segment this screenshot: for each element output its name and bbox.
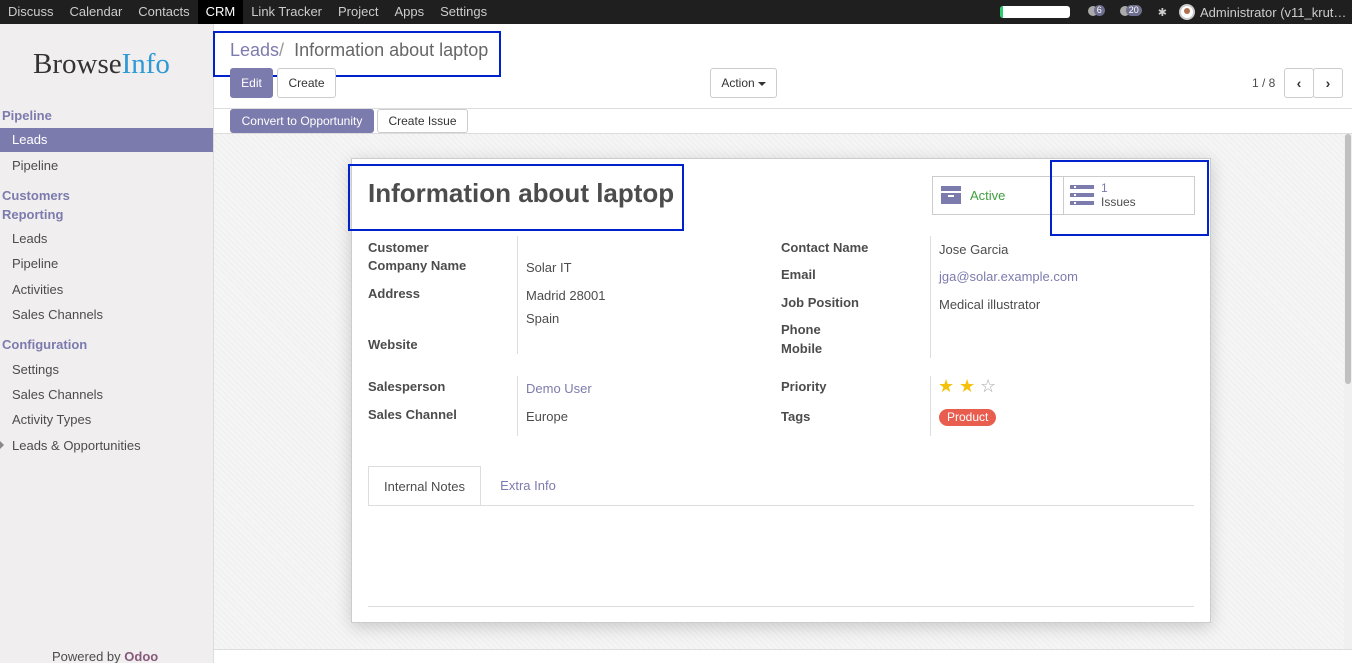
top-navbar: Discuss Calendar Contacts CRM Link Track… — [0, 0, 1352, 24]
convert-to-opportunity-button[interactable]: Convert to Opportunity — [230, 109, 374, 133]
scrollbar-thumb[interactable] — [1345, 134, 1351, 384]
menu-apps[interactable]: Apps — [386, 0, 432, 24]
create-issue-button[interactable]: Create Issue — [377, 109, 468, 133]
field-job-position: Medical illustrator — [939, 297, 1041, 312]
label-phone: Phone — [781, 322, 821, 337]
highlight-box-issues — [1050, 160, 1209, 236]
menu-contacts[interactable]: Contacts — [130, 0, 197, 24]
label-tags: Tags — [781, 409, 811, 424]
divider — [517, 236, 518, 354]
tag-badge: Product — [939, 409, 997, 426]
sidebar-item-reporting-pipeline[interactable]: Pipeline — [0, 252, 213, 276]
debug-bug-icon[interactable]: ✱ — [1158, 6, 1167, 19]
active-label: Active — [970, 188, 1006, 203]
sidebar: BrowseInfo Pipeline Leads Pipeline Custo… — [0, 24, 214, 663]
sidebar-section-customers[interactable]: Customers — [2, 188, 70, 203]
footer-strip — [214, 649, 1352, 663]
user-menu[interactable]: Administrator (v11_krut… — [1200, 5, 1352, 20]
label-address: Address — [368, 286, 421, 301]
menu-settings[interactable]: Settings — [432, 0, 495, 24]
label-priority: Priority — [781, 379, 827, 394]
star-filled-icon[interactable]: ★ — [938, 376, 954, 396]
sidebar-item-settings[interactable]: Settings — [0, 358, 213, 382]
chevron-left-icon: ‹ — [1296, 75, 1302, 91]
menu-project[interactable]: Project — [330, 0, 386, 24]
messages-icon[interactable]: 20 — [1119, 5, 1142, 19]
label-email: Email — [781, 267, 816, 282]
divider — [517, 376, 518, 436]
field-email-link[interactable]: jga@solar.example.com — [939, 269, 1078, 284]
sidebar-item-reporting-leads[interactable]: Leads — [0, 227, 213, 251]
label-mobile: Mobile — [781, 341, 823, 356]
divider — [930, 376, 931, 436]
menu-calendar[interactable]: Calendar — [62, 0, 131, 24]
pager-next-button[interactable]: › — [1313, 68, 1343, 98]
sidebar-item-leads[interactable]: Leads — [0, 128, 213, 152]
sidebar-item-sales-channels[interactable]: Sales Channels — [0, 303, 213, 327]
field-address-line1: Madrid 28001 — [526, 288, 606, 303]
archive-icon — [941, 186, 961, 204]
label-website: Website — [368, 337, 418, 352]
field-address-line2: Spain — [526, 311, 560, 326]
progress-fill — [999, 6, 1004, 18]
label-contact-name: Contact Name — [781, 240, 869, 255]
sidebar-item-activities[interactable]: Activities — [0, 278, 213, 302]
menu-crm[interactable]: CRM — [197, 0, 244, 24]
sidebar-section-reporting: Reporting — [2, 207, 64, 222]
label-salesperson: Salesperson — [368, 379, 446, 394]
chevron-right-icon: › — [1325, 75, 1331, 91]
tab-underline — [368, 505, 1194, 506]
onboarding-progress[interactable] — [999, 6, 1070, 18]
highlight-box-title — [348, 164, 684, 231]
label-job-position: Job Position — [781, 295, 859, 310]
label-company-name: Company Name — [368, 258, 467, 273]
label-sales-channel: Sales Channel — [368, 407, 457, 422]
activities-badge: 6 — [1093, 5, 1105, 16]
sidebar-section-pipeline: Pipeline — [2, 108, 52, 123]
label-customer: Customer — [368, 240, 429, 255]
tab-extra-info[interactable]: Extra Info — [484, 466, 572, 506]
sidebar-item-activity-types[interactable]: Activity Types — [0, 408, 213, 432]
tab-internal-notes[interactable]: Internal Notes — [368, 466, 481, 506]
powered-by: Powered by Odoo — [52, 649, 159, 663]
field-sales-channel: Europe — [526, 409, 568, 424]
sidebar-item-pipeline[interactable]: Pipeline — [0, 154, 213, 178]
star-filled-icon[interactable]: ★ — [959, 376, 975, 396]
edit-button[interactable]: Edit — [230, 68, 273, 98]
active-toggle-button[interactable]: Active — [932, 176, 1064, 215]
action-dropdown[interactable]: Action — [710, 68, 777, 98]
company-logo: BrowseInfo — [33, 48, 170, 80]
caret-down-icon — [757, 81, 766, 86]
field-company-name: Solar IT — [526, 260, 572, 275]
pager-value: 1 / 8 — [1252, 76, 1276, 90]
odoo-link[interactable]: Odoo — [124, 649, 158, 663]
activities-icon[interactable]: 6 — [1087, 5, 1110, 19]
field-contact-name: Jose Garcia — [939, 242, 1009, 257]
star-empty-icon[interactable]: ☆ — [980, 376, 996, 396]
sidebar-item-config-sales-channels[interactable]: Sales Channels — [0, 383, 213, 407]
menu-discuss[interactable]: Discuss — [0, 0, 62, 24]
sidebar-section-configuration: Configuration — [2, 337, 88, 352]
menu-link-tracker[interactable]: Link Tracker — [243, 0, 330, 24]
pager-previous-button[interactable]: ‹ — [1284, 68, 1314, 98]
messages-badge: 20 — [1125, 5, 1142, 16]
divider — [930, 236, 931, 358]
create-button[interactable]: Create — [277, 68, 336, 98]
notes-divider — [368, 606, 1194, 607]
field-salesperson-link[interactable]: Demo User — [526, 381, 592, 396]
scrollbar[interactable] — [1344, 134, 1352, 649]
app-menu: Discuss Calendar Contacts CRM Link Track… — [0, 0, 495, 24]
systray: 6 20 ✱ Administrator (v11_krut… — [999, 0, 1352, 24]
sidebar-item-leads-opportunities[interactable]: Leads & Opportunities — [0, 434, 213, 458]
user-avatar[interactable] — [1179, 4, 1195, 20]
